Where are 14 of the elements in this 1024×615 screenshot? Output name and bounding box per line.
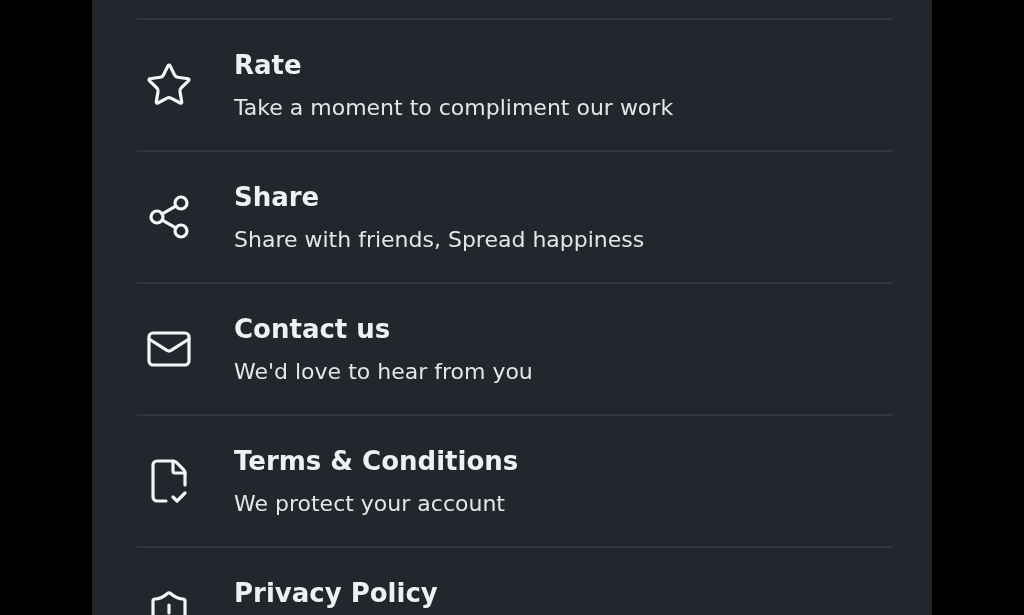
- menu-item[interactable]: Share Share with friends, Spread happiness: [137, 150, 893, 282]
- menu-item-title: Rate: [234, 49, 303, 82]
- menu-item-title: Share: [234, 181, 321, 214]
- menu-item-title: Privacy Policy: [234, 577, 438, 610]
- menu-item-subtitle: Take a moment to compliment our work: [234, 94, 674, 122]
- menu-item-title: Terms & Conditions: [234, 445, 519, 478]
- menu-item[interactable]: Terms & Conditions We protect your account: [137, 414, 893, 546]
- menu-item-subtitle: Share with friends, Spread happiness: [234, 226, 645, 254]
- menu-item-subtitle: We protect your account: [234, 490, 506, 518]
- menu-item-title: Contact us: [234, 313, 392, 346]
- menu-item[interactable]: Rate Take a moment to compliment our work: [137, 18, 893, 150]
- menu-item-subtitle: We'd love to hear from you: [234, 358, 533, 386]
- menu-item[interactable]: Privacy Policy: [137, 546, 893, 615]
- menu-item[interactable]: Contact us We'd love to hear from you: [137, 282, 893, 414]
